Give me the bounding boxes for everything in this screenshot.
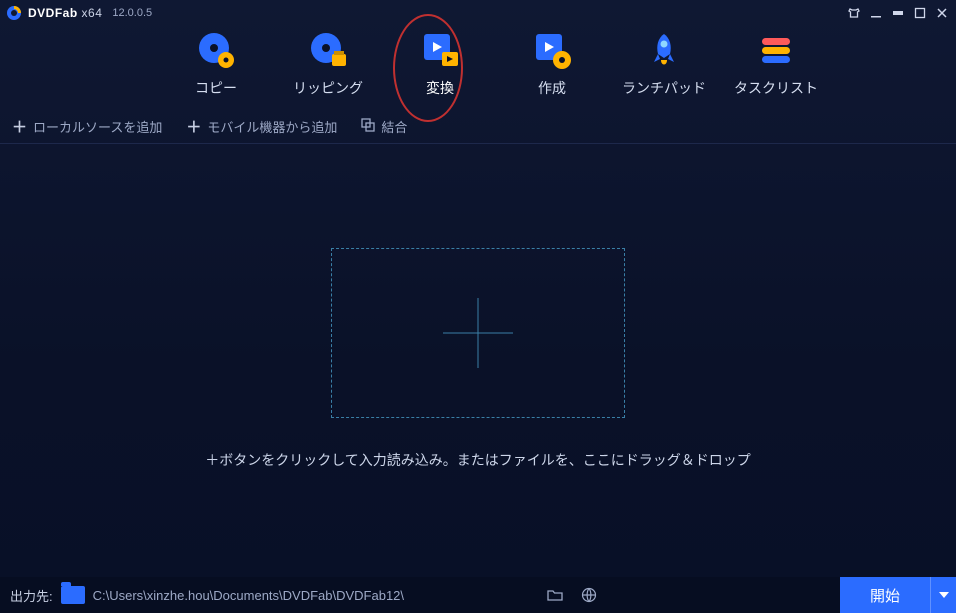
add-local-button[interactable]: ＋ ローカルソースを追加 bbox=[12, 116, 162, 137]
output-path[interactable]: C:\Users\xinzhe.hou\Documents\DVDFab\DVD… bbox=[93, 588, 533, 603]
app-version: 12.0.0.5 bbox=[112, 7, 152, 19]
disc-copy-icon bbox=[196, 30, 236, 70]
web-icon[interactable] bbox=[581, 587, 597, 603]
tab-label: コピー bbox=[195, 78, 237, 98]
dropzone-plus-icon bbox=[443, 298, 513, 368]
plus-icon: ＋ bbox=[12, 116, 27, 137]
tab-creator[interactable]: 作成 bbox=[506, 30, 598, 98]
titlebar: DVDFab x64 12.0.0.5 bbox=[0, 0, 956, 26]
start-button[interactable]: 開始 bbox=[840, 577, 956, 613]
add-mobile-label: モバイル機器から追加 bbox=[207, 117, 337, 136]
tab-label: リッピング bbox=[293, 78, 363, 98]
convert-icon bbox=[420, 30, 460, 70]
minimize-icon[interactable] bbox=[870, 7, 882, 19]
main-tabs: コピー リッピング 変換 作成 ランチパッド タスクリスト bbox=[0, 26, 956, 110]
close-icon[interactable] bbox=[936, 7, 948, 19]
title-left: DVDFab x64 12.0.0.5 bbox=[6, 5, 152, 21]
tab-copy[interactable]: コピー bbox=[170, 30, 262, 98]
output-label: 出力先: bbox=[10, 586, 53, 605]
app-name-text: DVDFab bbox=[28, 6, 78, 20]
dropzone[interactable] bbox=[331, 248, 625, 418]
footer: 出力先: C:\Users\xinzhe.hou\Documents\DVDFa… bbox=[0, 577, 956, 613]
folder-icon[interactable] bbox=[61, 586, 85, 604]
disc-rip-icon bbox=[308, 30, 348, 70]
merge-icon bbox=[361, 118, 375, 135]
tab-label: ランチパッド bbox=[622, 78, 706, 98]
main-area: ＋ボタンをクリックして入力読み込み。またはファイルを、ここにドラッグ＆ドロップ bbox=[0, 144, 956, 574]
footer-icons bbox=[547, 587, 597, 603]
source-toolbar: ＋ ローカルソースを追加 ＋ モバイル機器から追加 結合 bbox=[0, 110, 956, 144]
skin-icon[interactable] bbox=[848, 7, 860, 19]
dropzone-hint: ＋ボタンをクリックして入力読み込み。またはファイルを、ここにドラッグ＆ドロップ bbox=[205, 450, 751, 470]
tab-converter[interactable]: 変換 bbox=[394, 30, 486, 98]
start-label: 開始 bbox=[840, 585, 930, 606]
app-arch: x64 bbox=[82, 6, 103, 20]
tab-ripper[interactable]: リッピング bbox=[282, 30, 374, 98]
tab-label: タスクリスト bbox=[734, 78, 818, 98]
maximize-icon[interactable] bbox=[914, 7, 926, 19]
add-mobile-button[interactable]: ＋ モバイル機器から追加 bbox=[186, 116, 337, 137]
rocket-icon bbox=[644, 30, 684, 70]
tasklist-icon bbox=[756, 30, 796, 70]
tab-label: 変換 bbox=[426, 78, 454, 98]
compact-icon[interactable] bbox=[892, 7, 904, 19]
app-logo-icon bbox=[6, 5, 22, 21]
create-icon bbox=[532, 30, 572, 70]
open-folder-icon[interactable] bbox=[547, 587, 563, 603]
tab-launchpad[interactable]: ランチパッド bbox=[618, 30, 710, 98]
tab-tasklist[interactable]: タスクリスト bbox=[730, 30, 822, 98]
plus-icon: ＋ bbox=[186, 116, 201, 137]
app-name: DVDFab x64 bbox=[28, 6, 102, 20]
start-dropdown[interactable] bbox=[930, 577, 956, 613]
merge-button[interactable]: 結合 bbox=[361, 117, 407, 136]
add-local-label: ローカルソースを追加 bbox=[33, 117, 162, 136]
merge-label: 結合 bbox=[381, 117, 407, 136]
tab-label: 作成 bbox=[538, 78, 566, 98]
window-controls bbox=[848, 7, 948, 19]
